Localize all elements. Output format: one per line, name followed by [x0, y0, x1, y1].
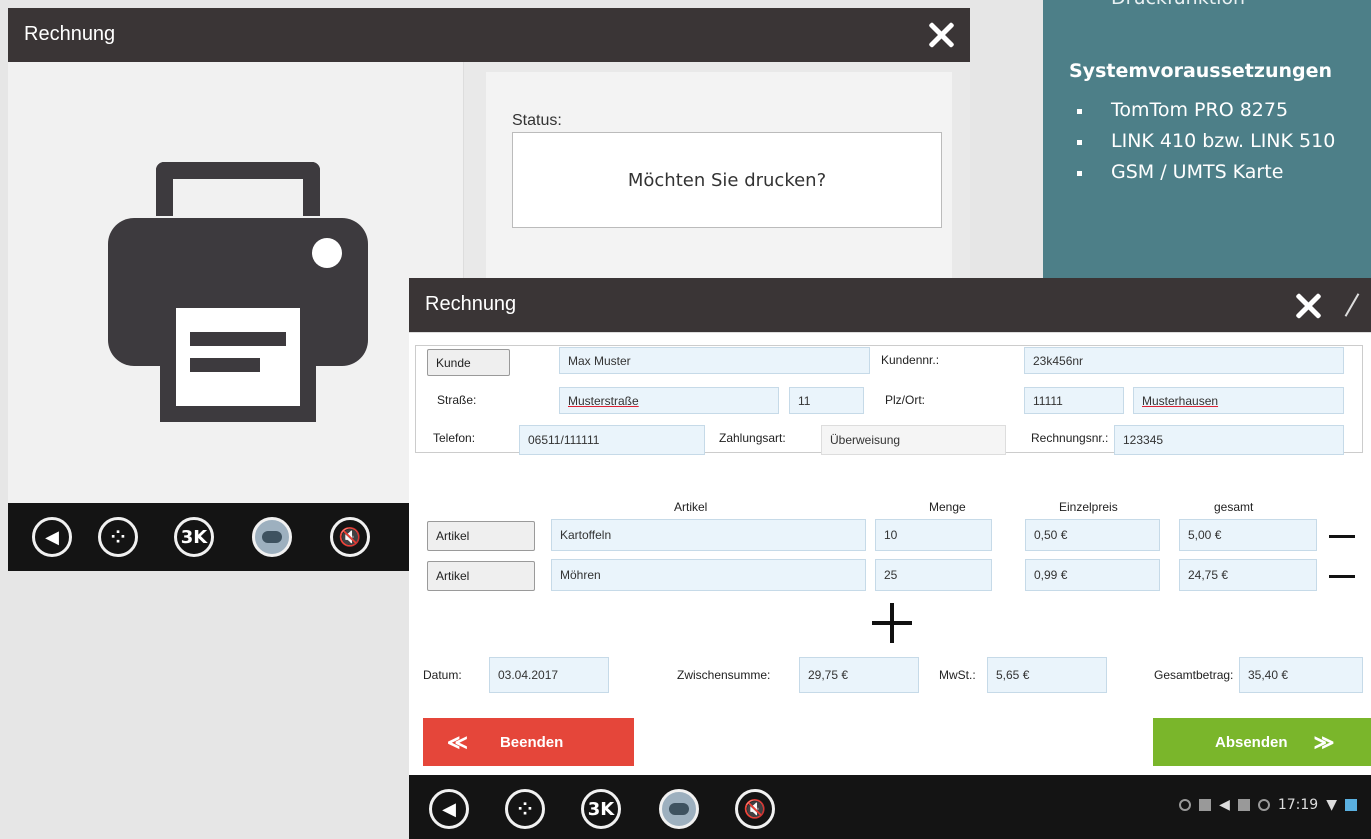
gesamtbetrag-field[interactable]: 35,40 €: [1239, 657, 1363, 693]
back-icon[interactable]: ◀: [32, 517, 72, 557]
requirement-item: TomTom PRO 8275: [1069, 95, 1335, 126]
printer-icon[interactable]: [108, 162, 368, 422]
gps-icon[interactable]: [659, 789, 699, 829]
artikel-button[interactable]: Artikel: [427, 561, 535, 591]
info-panel: Druckfunktion Systemvoraussetzungen TomT…: [1043, 0, 1371, 279]
artikel-header: Artikel: [674, 500, 708, 514]
zwischensumme-label: Zwischensumme:: [677, 668, 771, 682]
mwst-field[interactable]: 5,65 €: [987, 657, 1107, 693]
mwst-label: MwSt.:: [939, 668, 976, 682]
mute-icon[interactable]: 🔇: [330, 517, 370, 557]
rechnungsnr-label: Rechnungsnr.:: [1031, 431, 1109, 445]
hausnr-field[interactable]: 11: [789, 387, 864, 414]
beenden-label: Beenden: [499, 733, 564, 751]
item-gesamt-field[interactable]: 24,75 €: [1179, 559, 1317, 591]
apps-icon[interactable]: ⁘: [505, 789, 545, 829]
item-einzelpreis-field[interactable]: 0,50 €: [1025, 519, 1160, 551]
item-menge-field[interactable]: 10: [875, 519, 992, 551]
double-left-arrow-icon: ≪: [447, 731, 468, 754]
requirement-item: GSM / UMTS Karte: [1069, 157, 1335, 188]
menge-header: Menge: [929, 500, 966, 514]
car-icon: [1237, 799, 1250, 811]
gps-icon[interactable]: [252, 517, 292, 557]
zahlungsart-label: Zahlungsart:: [719, 431, 786, 445]
printer-area: [8, 62, 463, 503]
apps-icon[interactable]: ⁘: [98, 517, 138, 557]
zwischensumme-field[interactable]: 29,75 €: [799, 657, 919, 693]
battery-icon: [1345, 799, 1357, 811]
screenshot-icon: [1199, 799, 1212, 811]
item-einzelpreis-field[interactable]: 0,99 €: [1025, 559, 1160, 591]
invoice-screen: Rechnung Kunde Max Muster Kundennr.: 23k…: [409, 278, 1371, 839]
kundennr-label: Kundennr.:: [881, 353, 940, 367]
mute-icon[interactable]: 🔇: [735, 789, 775, 829]
remove-item-icon[interactable]: [1329, 535, 1355, 538]
item-name-field[interactable]: Kartoffeln: [551, 519, 866, 551]
item-gesamt-field[interactable]: 5,00 €: [1179, 519, 1317, 551]
kundennr-field[interactable]: 23k456nr: [1024, 347, 1344, 374]
plz-field[interactable]: 11111: [1024, 387, 1124, 414]
status-message-box: Möchten Sie drucken?: [512, 132, 942, 228]
ort-field[interactable]: Musterhausen: [1133, 387, 1344, 414]
requirements-list: TomTom PRO 8275 LINK 410 bzw. LINK 510 G…: [1069, 95, 1335, 188]
tools-icon[interactable]: [925, 19, 957, 51]
telefon-label: Telefon:: [433, 431, 476, 445]
3k-logo-icon[interactable]: 3K: [581, 789, 621, 829]
customer-name-field[interactable]: Max Muster: [559, 347, 870, 374]
status-label: Status:: [512, 112, 562, 129]
3k-logo-icon[interactable]: 3K: [174, 517, 214, 557]
info-heading: Systemvoraussetzungen: [1069, 60, 1333, 82]
status-bar: ◀ 17:19 ▼: [1179, 797, 1357, 813]
double-right-arrow-icon: ≫: [1313, 731, 1335, 754]
kunde-button[interactable]: Kunde: [427, 349, 510, 376]
einzelpreis-header: Einzelpreis: [1059, 500, 1118, 514]
info-top-item: Druckfunktion: [1111, 0, 1245, 9]
requirement-item: LINK 410 bzw. LINK 510: [1069, 126, 1335, 157]
beenden-button[interactable]: ≪ Beenden: [423, 718, 634, 766]
nav-bar: ◀ ⁘ 3K 🔇 ◀ 17:19 ▼: [409, 775, 1371, 839]
back-icon[interactable]: ◀: [429, 789, 469, 829]
strasse-label: Straße:: [437, 393, 477, 407]
add-item-icon[interactable]: [872, 603, 912, 643]
strasse-field[interactable]: Musterstraße: [559, 387, 779, 414]
absenden-label: Absenden: [1215, 733, 1288, 751]
title-bar: Rechnung: [8, 8, 970, 62]
gesamtbetrag-label: Gesamtbetrag:: [1154, 668, 1234, 682]
clock-icon: [1257, 799, 1270, 811]
item-name-field[interactable]: Möhren: [551, 559, 866, 591]
clock-time: 17:19: [1277, 797, 1319, 813]
status-circle-icon: [1179, 799, 1192, 811]
remove-item-icon[interactable]: [1329, 575, 1355, 578]
absenden-button[interactable]: Absenden ≫: [1153, 718, 1371, 766]
datum-label: Datum:: [423, 668, 462, 682]
tools-icon[interactable]: [1292, 290, 1324, 322]
artikel-button[interactable]: Artikel: [427, 521, 535, 551]
zahlungsart-select[interactable]: Überweisung: [821, 425, 1006, 455]
invoice-form: Kunde Max Muster Kundennr.: 23k456nr Str…: [409, 332, 1371, 722]
gesamt-header: gesamt: [1214, 500, 1254, 514]
title-bar: Rechnung: [409, 278, 1371, 332]
rechnungsnr-field[interactable]: 123345: [1114, 425, 1344, 455]
volume-icon: ◀: [1219, 797, 1230, 813]
page-title: Rechnung: [425, 293, 517, 315]
item-menge-field[interactable]: 25: [875, 559, 992, 591]
plzort-label: Plz/Ort:: [885, 393, 926, 407]
status-message: Möchten Sie drucken?: [627, 169, 827, 191]
wifi-icon: ▼: [1326, 797, 1337, 813]
telefon-field[interactable]: 06511/111111: [519, 425, 705, 455]
page-title: Rechnung: [24, 23, 116, 45]
check-icon[interactable]: [1343, 292, 1361, 318]
datum-field[interactable]: 03.04.2017: [489, 657, 609, 693]
